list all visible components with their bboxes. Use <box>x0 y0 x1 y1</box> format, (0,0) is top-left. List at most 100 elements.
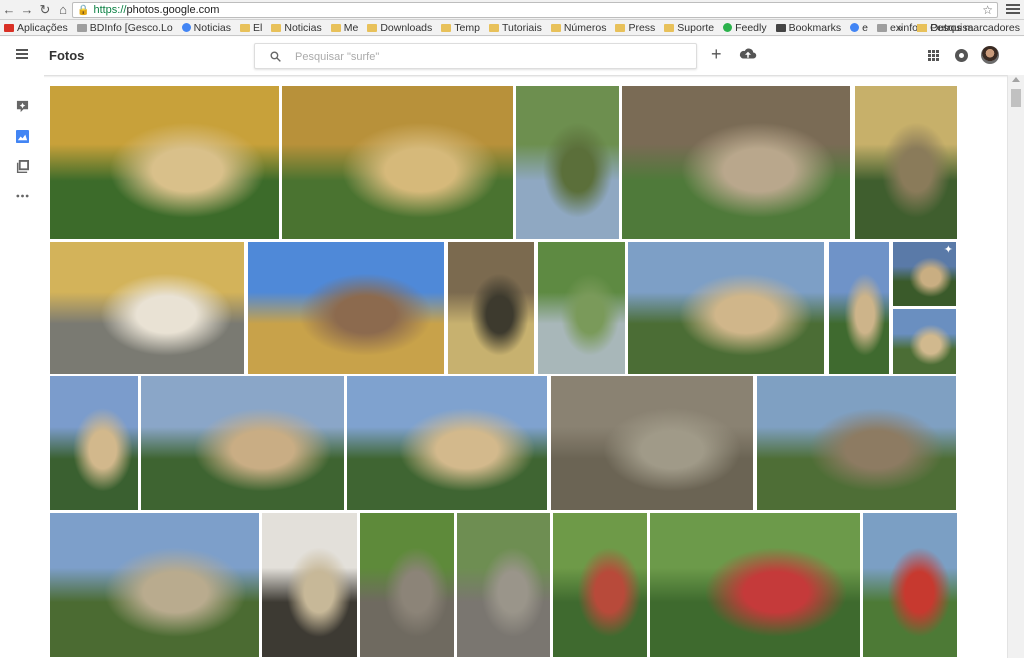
bookmark-item[interactable]: Feedly <box>723 22 767 34</box>
browser-menu-icon[interactable] <box>1006 2 1020 16</box>
photo-thumbnail[interactable] <box>347 376 547 510</box>
bookmark-label: Downloads <box>380 21 433 34</box>
bookmark-label: Números <box>563 21 607 34</box>
bookmark-label: Temp <box>454 21 480 34</box>
bookmark-item[interactable]: Suporte <box>664 22 714 34</box>
bookmark-item[interactable]: Tutoriais <box>488 22 542 34</box>
photo-thumbnail[interactable] <box>248 242 444 374</box>
photo-grid <box>0 75 1007 658</box>
bookmark-label: Me <box>343 21 359 34</box>
browser-toolbar: ← → ↻ ⌂ 🔒 https://photos.google.com ☆ <box>0 0 1024 20</box>
bookmark-item[interactable]: Me <box>330 21 359 34</box>
bookmark-label: Suporte <box>677 21 715 34</box>
feedly-icon <box>723 23 733 32</box>
folder-icon <box>488 23 499 32</box>
page-icon <box>76 23 87 32</box>
photo-thumbnail[interactable] <box>855 86 957 239</box>
folder-icon <box>271 23 282 32</box>
url-host: photos.google.com <box>126 4 220 16</box>
photo-thumbnail[interactable] <box>553 513 647 657</box>
google-icon <box>850 23 860 32</box>
star-icon <box>775 23 786 32</box>
photo-thumbnail[interactable] <box>622 86 850 239</box>
bookmark-item[interactable]: Noticias <box>271 21 322 34</box>
apps-grid-icon[interactable] <box>928 50 939 61</box>
folder-icon <box>917 23 928 32</box>
photo-thumbnail[interactable] <box>650 513 860 657</box>
bookmark-label: Bookmarks <box>788 21 842 34</box>
search-input[interactable] <box>295 48 685 66</box>
photo-thumbnail[interactable] <box>628 242 824 374</box>
folder-icon <box>615 23 626 32</box>
google-icon <box>181 23 191 32</box>
bookmark-item[interactable]: Números <box>550 21 607 34</box>
upload-cloud-icon[interactable] <box>739 47 757 61</box>
photo-thumbnail[interactable] <box>538 242 625 374</box>
bookmark-item[interactable]: Bookmarks <box>775 21 842 34</box>
bookmark-item[interactable]: e <box>850 22 868 34</box>
photo-thumbnail[interactable] <box>448 242 534 374</box>
bookmark-item[interactable]: Downloads <box>367 22 432 34</box>
bookmark-label: Aplicações <box>17 21 68 34</box>
address-bar[interactable]: 🔒 https://photos.google.com ☆ <box>72 2 998 18</box>
forward-icon[interactable]: → <box>18 1 36 19</box>
main-menu-icon[interactable] <box>16 49 28 59</box>
app-bar: Fotos + <box>0 37 1024 75</box>
scrollbar-thumb[interactable] <box>1011 89 1021 107</box>
bookmark-item[interactable]: BDInfo [Gesco.Lo <box>76 21 173 34</box>
bookmark-item[interactable]: Press <box>615 22 655 34</box>
photo-thumbnail[interactable] <box>50 513 259 657</box>
back-icon[interactable]: ← <box>0 1 18 19</box>
bookmark-label: El <box>253 21 263 34</box>
photo-thumbnail[interactable] <box>893 242 956 306</box>
folder-icon <box>367 23 378 32</box>
photo-thumbnail[interactable] <box>757 376 956 510</box>
photo-thumbnail[interactable] <box>50 376 138 510</box>
folder-icon <box>550 23 561 32</box>
bookmark-label: Noticias <box>193 21 232 34</box>
lock-icon: 🔒 <box>77 4 90 16</box>
bookmark-item[interactable]: Noticias <box>181 21 232 34</box>
avatar[interactable] <box>981 46 999 64</box>
app-title: Fotos <box>49 48 85 63</box>
photo-thumbnail[interactable] <box>282 86 513 239</box>
bookmark-item[interactable]: El <box>240 22 262 34</box>
bookmark-label: e <box>862 21 868 34</box>
more-bookmarks-icon[interactable]: » <box>897 22 903 34</box>
bookmark-label: BDInfo [Gesco.Lo <box>89 21 173 34</box>
folder-icon <box>664 23 675 32</box>
apps-icon <box>4 23 14 32</box>
photo-thumbnail[interactable] <box>893 309 956 374</box>
folder-icon <box>330 23 341 32</box>
photo-thumbnail[interactable] <box>829 242 889 374</box>
photo-thumbnail[interactable] <box>141 376 344 510</box>
photo-thumbnail[interactable] <box>360 513 454 657</box>
search-icon <box>270 51 281 62</box>
photo-thumbnail[interactable] <box>457 513 550 657</box>
photo-thumbnail[interactable] <box>551 376 753 510</box>
page-icon <box>876 23 887 32</box>
photo-thumbnail[interactable] <box>863 513 957 657</box>
photo-thumbnail[interactable] <box>262 513 357 657</box>
other-bookmarks[interactable]: Outros marcadores <box>930 22 1020 34</box>
reload-icon[interactable]: ↻ <box>36 1 54 19</box>
photo-thumbnail[interactable] <box>50 86 279 239</box>
bookmark-item[interactable]: Temp <box>441 22 480 34</box>
scroll-up-icon[interactable] <box>1012 77 1020 82</box>
home-icon[interactable]: ⌂ <box>54 1 72 19</box>
bookmark-label: Feedly <box>735 21 767 34</box>
bookmark-star-icon[interactable]: ☆ <box>982 3 993 17</box>
bookmark-item[interactable]: Aplicações <box>4 22 68 34</box>
bookmarks-bar: Aplicações BDInfo [Gesco.Lo Noticias El Noti… <box>0 20 1024 36</box>
url-scheme: https:// <box>93 4 127 16</box>
photo-thumbnail[interactable] <box>50 242 244 374</box>
folder-icon <box>240 23 251 32</box>
bookmark-label: Noticias <box>284 21 322 34</box>
search-box[interactable] <box>254 43 697 69</box>
scrollbar[interactable] <box>1007 75 1024 658</box>
notifications-icon[interactable] <box>955 49 968 62</box>
folder-icon <box>441 23 452 32</box>
bookmark-label: Press <box>628 21 656 34</box>
add-icon[interactable]: + <box>711 43 722 65</box>
photo-thumbnail[interactable] <box>516 86 619 239</box>
